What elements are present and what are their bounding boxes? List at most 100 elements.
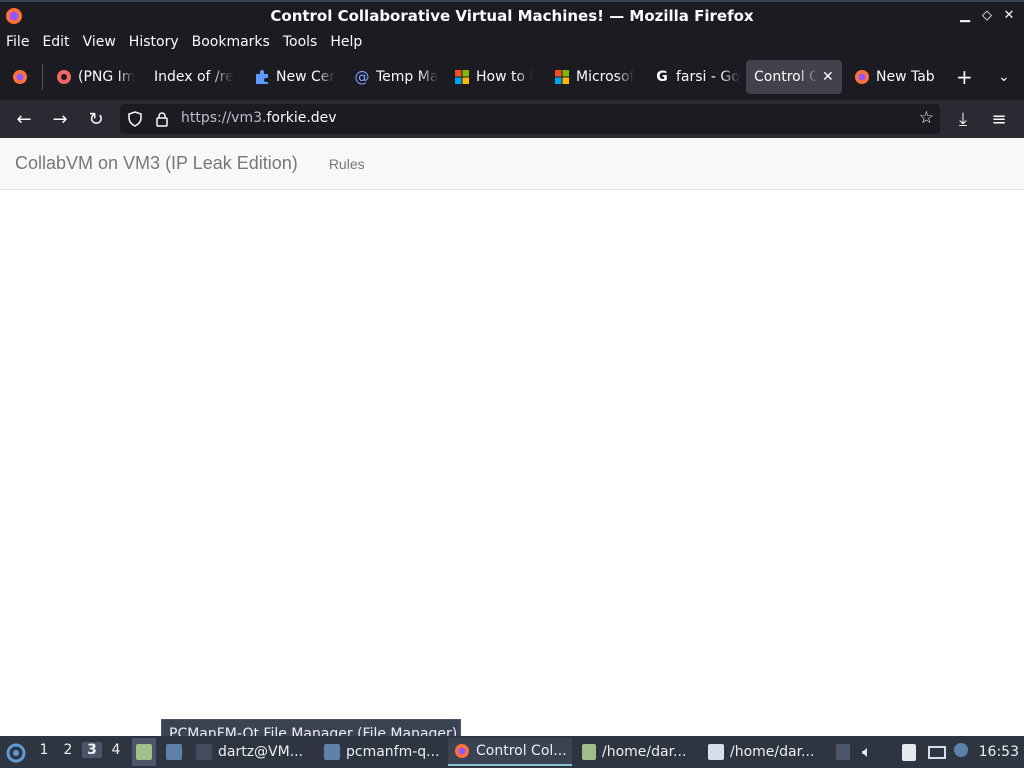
clipboard-icon[interactable] — [902, 744, 916, 761]
tab-control-collabvm[interactable]: Control Co ✕ — [746, 60, 842, 94]
shield-icon[interactable] — [127, 111, 143, 127]
tab-new-tab[interactable]: New Tab — [846, 60, 942, 94]
network-icon[interactable] — [928, 746, 946, 759]
scroll-indicator-icon — [836, 744, 850, 760]
menu-tools[interactable]: Tools — [283, 34, 318, 50]
menu-help[interactable]: Help — [330, 34, 362, 50]
google-icon: G — [656, 69, 668, 85]
puzzle-icon — [256, 70, 268, 84]
site-navbar: CollabVM on VM3 (IP Leak Edition) Rules — [0, 138, 1024, 190]
workspace-3[interactable]: 3 — [82, 742, 102, 758]
list-all-tabs-button[interactable]: ⌄ — [990, 60, 1020, 94]
tab-divider — [42, 64, 43, 90]
window-controls: ▁ ◇ ✕ — [954, 8, 1020, 23]
tab-index-of[interactable]: Index of /re — [146, 60, 242, 94]
download-icon: ⤓ — [959, 108, 967, 130]
terminal-icon — [196, 744, 212, 760]
new-tab-button[interactable]: + — [948, 60, 978, 94]
navigation-toolbar: ← → ↻ https://vm3.forkie.dev ☆ ⤓ ≡ — [0, 100, 1024, 138]
taskbar-item-label: /home/dar... — [602, 744, 687, 760]
microsoft-icon — [555, 70, 569, 84]
page-content: CollabVM on VM3 (IP Leak Edition) Rules — [0, 138, 1024, 708]
file-manager-launcher[interactable] — [162, 738, 186, 766]
tab-farsi-google[interactable]: G farsi - Go — [646, 60, 740, 94]
taskbar-item-label: /home/dar... — [730, 744, 815, 760]
close-window-button[interactable]: ✕ — [998, 8, 1020, 23]
at-icon: @ — [354, 68, 370, 86]
app-menu-button[interactable]: ≡ — [988, 108, 1010, 130]
clock[interactable]: 16:53 — [979, 744, 1019, 760]
reload-icon: ↻ — [88, 108, 104, 130]
tab-how-to[interactable]: How to i — [446, 60, 538, 94]
menu-bookmarks[interactable]: Bookmarks — [192, 34, 270, 50]
taskbar-firefox[interactable]: Control Col... — [448, 738, 572, 766]
desktop-icon — [136, 744, 152, 760]
tab-label: Microsof — [576, 69, 635, 85]
back-button[interactable]: ← — [13, 108, 35, 130]
chevron-down-icon: ⌄ — [998, 69, 1010, 85]
firefox-icon — [6, 8, 22, 24]
menu-history[interactable]: History — [129, 34, 179, 50]
tab-label: How to i — [476, 69, 534, 85]
menu-bar: File Edit View History Bookmarks Tools H… — [0, 30, 1024, 54]
tab-label: New Cer — [276, 69, 336, 85]
taskbar-item-label: pcmanfm-q... — [346, 744, 440, 760]
close-tab-icon[interactable]: ✕ — [822, 69, 834, 85]
reload-button[interactable]: ↻ — [85, 108, 107, 130]
downloads-button[interactable]: ⤓ — [952, 108, 974, 130]
tab-bar: (PNG Im Index of /re New Cer @ Temp Ma H… — [0, 54, 1024, 100]
folder-icon — [166, 744, 182, 760]
folder-icon — [324, 744, 340, 760]
tab-microsoft[interactable]: Microsof — [546, 60, 638, 94]
maximize-button[interactable]: ◇ — [976, 8, 998, 23]
tab-label: Control Co — [754, 69, 818, 85]
tab-label: New Tab — [876, 69, 935, 85]
tab-temp-mail[interactable]: @ Temp Ma — [346, 60, 439, 94]
archive-icon — [582, 744, 596, 760]
volume-icon[interactable]: 🔈︎ — [862, 742, 872, 762]
tab-label: farsi - Go — [676, 69, 740, 85]
firefox-icon — [13, 70, 27, 84]
url-prefix: https://vm3. — [181, 110, 267, 126]
url-domain: forkie.dev — [266, 110, 337, 126]
microsoft-icon — [455, 70, 469, 84]
taskbar-terminal[interactable]: dartz@VM... — [196, 738, 312, 766]
url-text[interactable]: https://vm3.forkie.dev — [181, 110, 337, 126]
taskbar-editor[interactable]: /home/dar... — [708, 738, 826, 766]
arrow-right-icon: → — [52, 108, 68, 130]
taskbar-archive[interactable]: /home/dar... — [582, 738, 700, 766]
taskbar-item-label: Control Col... — [476, 743, 567, 759]
lock-icon[interactable] — [154, 111, 170, 127]
tab-png-image[interactable]: (PNG Im — [48, 60, 140, 94]
tab-label: Index of /re — [154, 69, 234, 85]
arrow-left-icon: ← — [16, 108, 32, 130]
workspace-4[interactable]: 4 — [106, 742, 126, 758]
app-menu-icon[interactable] — [6, 743, 26, 763]
workspace-1[interactable]: 1 — [34, 742, 54, 758]
menu-edit[interactable]: Edit — [42, 34, 69, 50]
firefox-icon — [855, 70, 869, 84]
firefox-icon — [455, 744, 469, 758]
tab-label: (PNG Im — [78, 69, 136, 85]
firefox-view-button[interactable] — [4, 60, 40, 94]
url-bar[interactable]: https://vm3.forkie.dev ☆ — [120, 104, 940, 134]
hamburger-menu-icon: ≡ — [991, 108, 1007, 130]
window-title: Control Collaborative Virtual Machines! … — [270, 7, 754, 25]
tab-label: Temp Ma — [376, 69, 438, 85]
forward-button[interactable]: → — [49, 108, 71, 130]
star-icon[interactable]: ☆ — [919, 108, 934, 128]
show-desktop-button[interactable] — [132, 738, 156, 766]
menu-view[interactable]: View — [83, 34, 116, 50]
site-brand[interactable]: CollabVM on VM3 (IP Leak Edition) — [15, 153, 298, 174]
update-notifier-icon[interactable] — [954, 743, 968, 757]
tab-new-cer[interactable]: New Cer — [246, 60, 338, 94]
workspace-2[interactable]: 2 — [58, 742, 78, 758]
menu-file[interactable]: File — [6, 34, 29, 50]
red-circle-icon — [57, 70, 71, 84]
rules-link[interactable]: Rules — [329, 156, 365, 172]
minimize-button[interactable]: ▁ — [954, 8, 976, 23]
taskbar-item-label: dartz@VM... — [218, 744, 304, 760]
taskbar-pcmanfm[interactable]: pcmanfm-q... — [324, 738, 442, 766]
text-editor-icon — [708, 744, 724, 760]
plus-icon: + — [956, 65, 973, 89]
